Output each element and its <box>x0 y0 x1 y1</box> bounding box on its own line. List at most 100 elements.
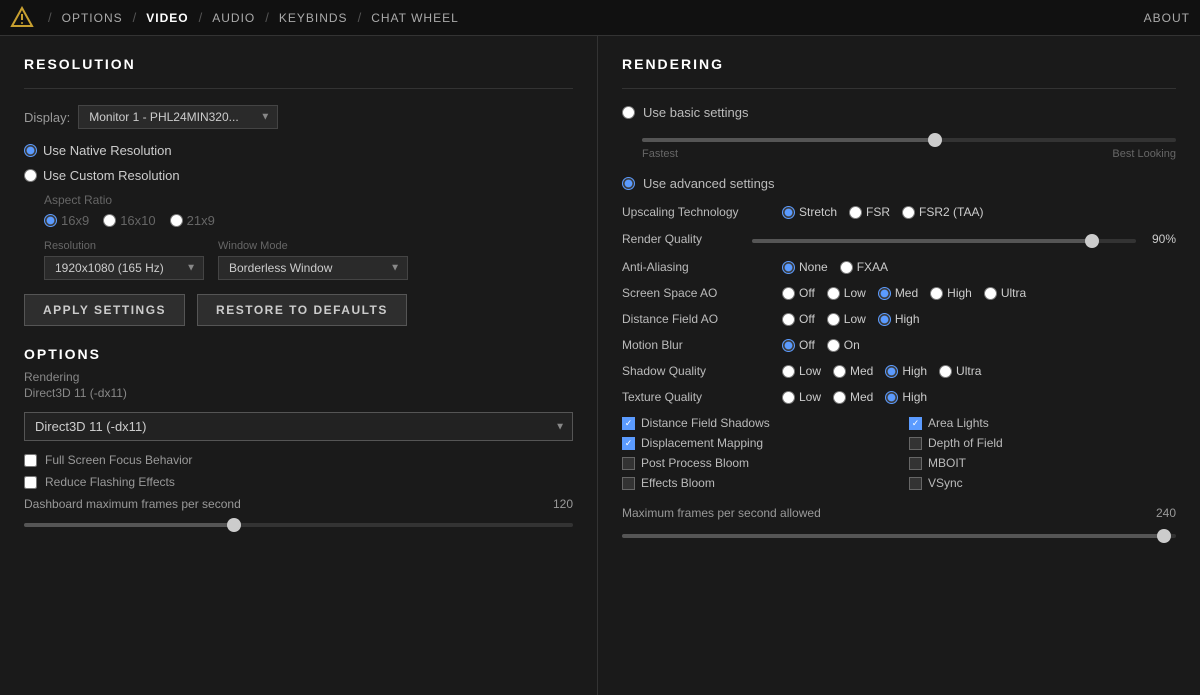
window-mode-select-wrapper[interactable]: Borderless Window <box>218 256 408 280</box>
ssao-high-label: High <box>947 286 972 300</box>
full-screen-checkbox[interactable] <box>24 454 37 467</box>
rendering-title: RENDERING <box>622 56 1176 72</box>
mb-off-radio[interactable] <box>782 339 795 352</box>
display-select[interactable]: Monitor 1 - PHL24MIN320... <box>78 105 278 129</box>
upscaling-fsr-radio[interactable] <box>849 206 862 219</box>
basic-settings-radio[interactable] <box>622 106 635 119</box>
upscaling-row: Upscaling Technology Stretch FSR FSR2 (T… <box>622 205 1176 219</box>
resolution-select-wrapper[interactable]: 1920x1080 (165 Hz) <box>44 256 204 280</box>
distance-field-shadows-checkbox[interactable] <box>622 417 635 430</box>
nav-item-audio[interactable]: AUDIO <box>208 9 259 27</box>
aspect-21x9-radio[interactable] <box>170 214 183 227</box>
effects-bloom-label: Effects Bloom <box>641 476 715 490</box>
ssao-high-radio[interactable] <box>930 287 943 300</box>
display-select-wrapper[interactable]: Monitor 1 - PHL24MIN320... <box>78 105 278 129</box>
check-mboit: MBOIT <box>909 456 1176 470</box>
ssao-low-label: Low <box>844 286 866 300</box>
right-panel: RENDERING Use basic settings Fastest Bes… <box>598 36 1200 695</box>
post-process-bloom-checkbox[interactable] <box>622 457 635 470</box>
nav-sep-4: / <box>265 10 269 25</box>
dfao-low-radio[interactable] <box>827 313 840 326</box>
tq-med-radio[interactable] <box>833 391 846 404</box>
mb-off-label: Off <box>799 338 815 352</box>
nav-item-chat-wheel[interactable]: CHAT WHEEL <box>367 9 463 27</box>
sq-med: Med <box>833 364 873 378</box>
area-lights-checkbox[interactable] <box>909 417 922 430</box>
effects-bloom-checkbox[interactable] <box>622 477 635 490</box>
nav-item-video[interactable]: VIDEO <box>142 9 192 27</box>
max-fps-slider[interactable] <box>622 534 1176 538</box>
nav-item-about[interactable]: ABOUT <box>1144 11 1190 25</box>
ssao-med: Med <box>878 286 918 300</box>
depth-of-field-checkbox[interactable] <box>909 437 922 450</box>
ssao-ultra-radio[interactable] <box>984 287 997 300</box>
sq-high-radio[interactable] <box>885 365 898 378</box>
texture-quality-label: Texture Quality <box>622 390 782 404</box>
resolution-settings: Aspect Ratio 16x9 16x10 21x9 Resolution <box>24 193 573 280</box>
basic-slider-labels: Fastest Best Looking <box>642 148 1176 160</box>
reduce-flashing-checkbox[interactable] <box>24 476 37 489</box>
dashboard-fps-slider[interactable] <box>24 523 573 527</box>
displacement-mapping-checkbox[interactable] <box>622 437 635 450</box>
apply-settings-button[interactable]: APPLY SETTINGS <box>24 294 185 326</box>
ssao-off-radio[interactable] <box>782 287 795 300</box>
advanced-settings-label[interactable]: Use advanced settings <box>643 176 775 191</box>
fastest-label: Fastest <box>642 148 678 160</box>
aspect-16x10-radio[interactable] <box>103 214 116 227</box>
area-lights-label: Area Lights <box>928 416 989 430</box>
advanced-settings-radio[interactable] <box>622 177 635 190</box>
nav-item-options[interactable]: OPTIONS <box>58 9 127 27</box>
native-resolution-radio[interactable] <box>24 144 37 157</box>
tq-low-radio[interactable] <box>782 391 795 404</box>
render-quality-slider[interactable] <box>752 239 1136 243</box>
reduce-flashing-label[interactable]: Reduce Flashing Effects <box>45 475 175 489</box>
aa-fxaa-radio[interactable] <box>840 261 853 274</box>
aspect-16x10-label: 16x10 <box>120 213 155 228</box>
sq-ultra-radio[interactable] <box>939 365 952 378</box>
check-area-lights: Area Lights <box>909 416 1176 430</box>
aspect-16x9-radio[interactable] <box>44 214 57 227</box>
upscaling-fsr2-label: FSR2 (TAA) <box>919 205 983 219</box>
render-quality-slider-container <box>752 231 1136 246</box>
ssao-low: Low <box>827 286 866 300</box>
dfao-high-radio[interactable] <box>878 313 891 326</box>
sq-high-label: High <box>902 364 927 378</box>
upscaling-stretch-radio[interactable] <box>782 206 795 219</box>
ssao-med-radio[interactable] <box>878 287 891 300</box>
tq-low-label: Low <box>799 390 821 404</box>
sq-med-radio[interactable] <box>833 365 846 378</box>
sq-low-radio[interactable] <box>782 365 795 378</box>
button-row: APPLY SETTINGS RESTORE TO DEFAULTS <box>24 294 573 326</box>
render-quality-label: Render Quality <box>622 232 752 246</box>
rendering-select[interactable]: Direct3D 11 (-dx11) Direct3D 12 (-dx12) … <box>24 412 573 441</box>
vsync-checkbox[interactable] <box>909 477 922 490</box>
window-mode-select[interactable]: Borderless Window <box>218 256 408 280</box>
ssao-low-radio[interactable] <box>827 287 840 300</box>
mb-on-radio[interactable] <box>827 339 840 352</box>
custom-resolution-label[interactable]: Use Custom Resolution <box>43 168 180 183</box>
resolution-select[interactable]: 1920x1080 (165 Hz) <box>44 256 204 280</box>
check-depth-of-field: Depth of Field <box>909 436 1176 450</box>
sq-med-label: Med <box>850 364 873 378</box>
max-fps-value: 240 <box>1156 506 1176 520</box>
app-logo <box>10 6 34 30</box>
mboit-checkbox[interactable] <box>909 457 922 470</box>
dashboard-fps-label: Dashboard maximum frames per second <box>24 497 241 511</box>
basic-quality-slider[interactable] <box>642 138 1176 142</box>
basic-settings-label[interactable]: Use basic settings <box>643 105 749 120</box>
custom-resolution-radio[interactable] <box>24 169 37 182</box>
tq-high-radio[interactable] <box>885 391 898 404</box>
rendering-select-wrapper[interactable]: Direct3D 11 (-dx11) Direct3D 12 (-dx12) … <box>24 412 573 441</box>
screen-space-ao-row: Screen Space AO Off Low Med High <box>622 286 1176 300</box>
dfao-off: Off <box>782 312 815 326</box>
rendering-dropdown-wrapper[interactable]: Direct3D 11 (-dx11) Direct3D 12 (-dx12) … <box>24 412 573 441</box>
upscaling-fsr2-radio[interactable] <box>902 206 915 219</box>
nav-item-keybinds[interactable]: KEYBINDS <box>275 9 352 27</box>
full-screen-label[interactable]: Full Screen Focus Behavior <box>45 453 192 467</box>
native-resolution-label[interactable]: Use Native Resolution <box>43 143 172 158</box>
dfao-off-radio[interactable] <box>782 313 795 326</box>
sq-ultra-label: Ultra <box>956 364 981 378</box>
restore-defaults-button[interactable]: RESTORE TO DEFAULTS <box>197 294 407 326</box>
aa-none-radio[interactable] <box>782 261 795 274</box>
sq-ultra: Ultra <box>939 364 981 378</box>
